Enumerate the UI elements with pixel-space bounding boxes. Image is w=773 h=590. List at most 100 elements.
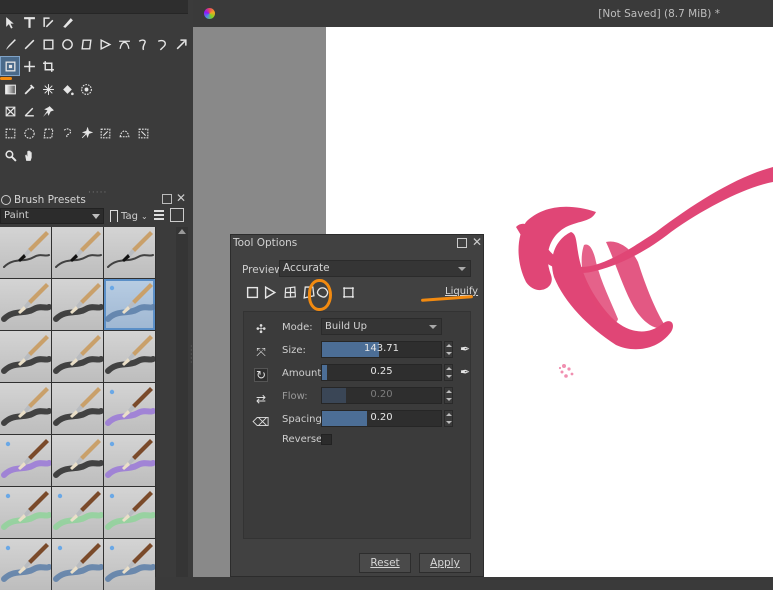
brush-preset-bristle-fan[interactable] — [104, 331, 155, 382]
brush-preset-wet-blue-3[interactable] — [104, 539, 155, 590]
close-icon[interactable]: ✕ — [176, 191, 186, 205]
brush-preset-ink-brush[interactable] — [104, 227, 155, 278]
brush-preset-palette-knife[interactable] — [52, 435, 103, 486]
brush-preset-wet-purple-3[interactable] — [104, 435, 155, 486]
measure-icon[interactable] — [20, 102, 38, 120]
flow-slider[interactable]: 0.20 — [321, 387, 442, 404]
tag-button[interactable]: Tag ⌄ — [110, 208, 148, 224]
scroll-up-icon[interactable] — [178, 229, 186, 234]
preset-filter-select[interactable]: Paint — [0, 208, 104, 224]
warp-transform-icon[interactable] — [283, 285, 297, 299]
polygon-select-icon[interactable] — [39, 124, 57, 142]
brush-preset-bristle-chalk[interactable] — [52, 383, 103, 434]
gradient-icon[interactable] — [1, 80, 19, 98]
dynamic-brush-icon[interactable] — [153, 35, 171, 53]
spacing-stepper[interactable] — [444, 410, 453, 427]
brush-preset-bristle-splatter[interactable] — [0, 383, 51, 434]
mode-value: Build Up — [325, 321, 367, 332]
apply-button[interactable]: Apply — [419, 553, 471, 573]
transform-icon[interactable] — [0, 56, 20, 76]
preset-filter-value: Paint — [4, 210, 29, 221]
chevron-down-icon — [429, 325, 437, 329]
offset-mode-icon[interactable]: ⇄ — [254, 392, 268, 406]
fill-icon[interactable] — [58, 80, 76, 98]
brush-preset-ink-pen-fine[interactable] — [52, 227, 103, 278]
crop-icon[interactable] — [39, 57, 57, 75]
rect-select-icon[interactable] — [1, 124, 19, 142]
brush-preset-bristle-blue[interactable] — [104, 279, 155, 330]
size-slider[interactable]: 143.71 — [321, 341, 442, 358]
toolbox-row-7 — [0, 144, 38, 166]
ellipse-select-icon[interactable] — [20, 124, 38, 142]
flow-stepper[interactable] — [444, 387, 453, 404]
mesh-transform-icon[interactable] — [341, 285, 355, 299]
brush-preset-wet-blue-2[interactable] — [52, 539, 103, 590]
brush-preset-bristle-texture[interactable] — [52, 331, 103, 382]
apply-label: Apply — [430, 557, 460, 569]
preview-label: Preview — [242, 264, 283, 276]
brush-preset-wet-green-2[interactable] — [52, 487, 103, 538]
view-mode-icon[interactable] — [170, 208, 184, 222]
magnetic-select-icon[interactable] — [134, 124, 152, 142]
mode-select[interactable]: Build Up — [321, 318, 442, 335]
assistant-icon[interactable] — [1, 102, 19, 120]
freehand-select-icon[interactable] — [58, 124, 76, 142]
bezier-select-icon[interactable] — [115, 124, 133, 142]
brush-preset-wet-purple[interactable] — [104, 383, 155, 434]
multibrush-icon[interactable] — [172, 35, 190, 53]
preset-scrollbar[interactable] — [176, 227, 188, 577]
line-icon[interactable] — [20, 35, 38, 53]
freehand-path-icon[interactable] — [134, 35, 152, 53]
brush-preset-wet-green[interactable] — [0, 487, 51, 538]
ellipse-icon[interactable] — [58, 35, 76, 53]
select-shapes-icon[interactable] — [1, 13, 19, 31]
pan-icon[interactable] — [20, 146, 38, 164]
pressure-pen-icon[interactable]: ✒ — [460, 365, 474, 379]
enclose-fill-icon[interactable] — [77, 80, 95, 98]
brush-preset-bristle-dark[interactable] — [52, 279, 103, 330]
freehand-brush-icon[interactable] — [1, 35, 19, 53]
rotate-mode-icon[interactable]: ↻ — [254, 368, 268, 382]
move-mode-icon[interactable]: ✣ — [254, 322, 268, 336]
float-docker-icon[interactable] — [457, 238, 467, 248]
smart-patch-icon[interactable] — [39, 80, 57, 98]
toolbox-row-1 — [0, 11, 76, 33]
amount-stepper[interactable] — [444, 364, 453, 381]
scale-mode-icon[interactable]: ⤧ — [254, 345, 268, 359]
move-icon[interactable] — [20, 57, 38, 75]
undo-mode-icon[interactable]: ⌫ — [253, 415, 270, 429]
text-icon[interactable] — [20, 13, 38, 31]
pressure-pen-icon[interactable]: ✒ — [460, 342, 474, 356]
brush-preset-bristle-round[interactable] — [0, 279, 51, 330]
polyline-icon[interactable] — [96, 35, 114, 53]
amount-slider[interactable]: 0.25 — [321, 364, 442, 381]
float-docker-icon[interactable] — [162, 194, 172, 204]
brush-preset-bristle-flat[interactable] — [0, 331, 51, 382]
polygon-icon[interactable] — [77, 35, 95, 53]
brush-preset-wet-purple-2[interactable] — [0, 435, 51, 486]
flow-value: 0.20 — [370, 389, 393, 400]
similar-select-icon[interactable] — [96, 124, 114, 142]
reverse-checkbox[interactable] — [321, 434, 332, 445]
contiguous-select-icon[interactable] — [77, 124, 95, 142]
size-stepper[interactable] — [444, 341, 453, 358]
reset-button[interactable]: Reset — [359, 553, 411, 573]
toolbox-row-5 — [0, 100, 57, 122]
zoom-icon[interactable] — [1, 146, 19, 164]
rectangle-icon[interactable] — [39, 35, 57, 53]
perspective-transform-icon[interactable] — [263, 285, 277, 299]
brush-preset-ink-pen[interactable] — [0, 227, 51, 278]
calligraphy-icon[interactable] — [58, 13, 76, 31]
close-icon[interactable]: ✕ — [472, 235, 482, 249]
preview-select[interactable]: Accurate — [279, 260, 471, 277]
edit-shapes-icon[interactable] — [39, 13, 57, 31]
brush-preset-wet-blue[interactable] — [0, 539, 51, 590]
menu-icon[interactable] — [154, 210, 164, 220]
reference-icon[interactable] — [39, 102, 57, 120]
free-transform-icon[interactable] — [245, 285, 259, 299]
brush-preset-grid — [0, 227, 156, 590]
color-picker-icon[interactable] — [20, 80, 38, 98]
brush-preset-wet-green-3[interactable] — [104, 487, 155, 538]
spacing-slider[interactable]: 0.20 — [321, 410, 442, 427]
bezier-icon[interactable] — [115, 35, 133, 53]
